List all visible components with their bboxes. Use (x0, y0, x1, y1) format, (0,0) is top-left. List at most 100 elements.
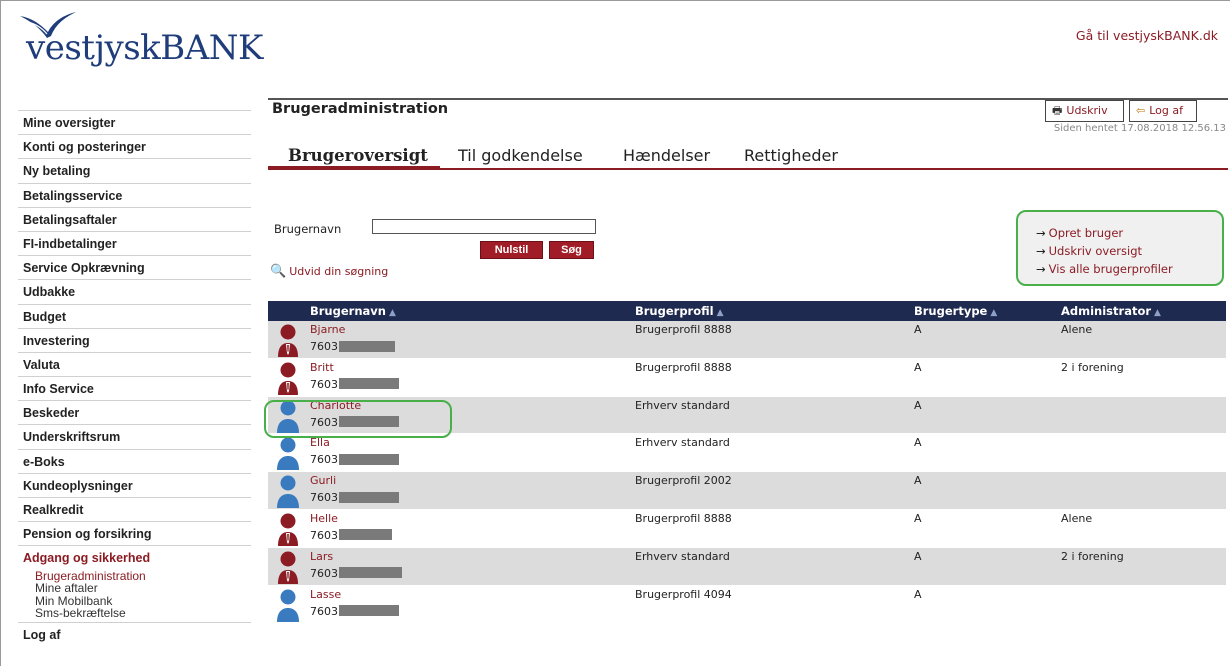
administrator-role: 2 i forening (1061, 549, 1124, 563)
users-table: Brugernavn ▲ Brugerprofil ▲ Brugertype ▲ Ad… (268, 301, 1226, 624)
table-row[interactable]: Lars 7603 Erhverv standard A 2 i forening (268, 547, 1226, 586)
sidebar-item[interactable]: Ny betaling (18, 158, 251, 182)
sidebar-item[interactable]: Investering (18, 327, 251, 352)
sidebar-item[interactable]: Realkredit (18, 497, 251, 521)
redacted-id (339, 605, 399, 617)
table-row[interactable]: Ella 7603 Erhverv standard A (268, 434, 1226, 473)
user-profile: Brugerprofil 4094 (635, 587, 732, 601)
table-body: Bjarne 7603 Brugerprofil 8888 A Alene Britt 76… (268, 321, 1226, 624)
sidebar-item[interactable]: Udbakke (18, 279, 251, 303)
sidebar-item[interactable]: Betalingsservice (18, 182, 251, 207)
sidebar-subitem[interactable]: Sms-bekræftelse (35, 607, 251, 620)
user-id: 7603 (310, 453, 399, 466)
show-all-profiles-link[interactable]: → Vis alle brugerprofiler (1036, 260, 1222, 278)
user-id-prefix: 7603 (310, 566, 338, 580)
active-tab-indicator (268, 166, 440, 169)
sidebar-item[interactable]: Beskeder (18, 400, 251, 424)
table-header: Brugernavn ▲ Brugerprofil ▲ Brugertype ▲ Ad… (268, 301, 1226, 321)
tab-haendelser[interactable]: Hændelser (623, 146, 710, 165)
username-link[interactable]: Lasse (310, 588, 341, 601)
table-row[interactable]: Gurli 7603 Brugerprofil 2002 A (268, 472, 1226, 510)
sidebar-item[interactable]: Pension og forsikring (18, 521, 251, 545)
user-id: 7603 (310, 567, 402, 580)
sidebar-item[interactable]: Konti og posteringer (18, 134, 251, 158)
user-profile: Brugerprofil 2002 (635, 474, 732, 488)
username-link[interactable]: Gurli (310, 474, 336, 487)
table-row[interactable]: Bjarne 7603 Brugerprofil 8888 A Alene (268, 321, 1226, 359)
user-type: A (914, 436, 922, 450)
bank-logo[interactable]: vestjyskBANK (18, 10, 278, 70)
show-all-profiles-label: Vis alle brugerprofiler (1048, 262, 1173, 276)
expand-search-label: Udvid din søgning (289, 265, 389, 278)
username-search-input[interactable] (372, 219, 596, 234)
username-link[interactable]: Lars (310, 550, 333, 563)
print-overview-label: Udskriv oversigt (1048, 244, 1143, 258)
sidebar-item[interactable]: Mine oversigter (18, 110, 251, 134)
sidebar-item[interactable]: Valuta (18, 351, 251, 376)
administrator-role: Alene (1061, 511, 1093, 525)
redacted-id (339, 491, 399, 503)
user-avatar-icon (277, 589, 299, 622)
redacted-id (339, 567, 402, 579)
header-brugernavn[interactable]: Brugernavn ▲ (310, 304, 396, 318)
reset-button[interactable]: Nulstil (480, 241, 543, 259)
printer-icon: 🖶 (1052, 104, 1063, 117)
sort-up-icon: ▲ (388, 308, 396, 318)
search-button[interactable]: Søg (549, 241, 594, 259)
username-link[interactable]: Britt (310, 361, 334, 374)
user-id: 7603 (310, 605, 399, 618)
user-id: 7603 (310, 378, 399, 391)
sidebar-item[interactable]: FI-indbetalinger (18, 230, 251, 255)
user-avatar-icon (277, 475, 299, 509)
sidebar-item[interactable]: Info Service (18, 376, 251, 400)
sidebar-item[interactable]: Underskriftsrum (18, 424, 251, 448)
tab-rettigheder[interactable]: Rettigheder (744, 146, 838, 165)
user-avatar-icon (278, 551, 298, 584)
actions-box: → Opret bruger → Udskriv oversigt → Vis all… (1016, 210, 1224, 286)
expand-search-link[interactable]: 🔍 Udvid din søgning (270, 264, 388, 279)
sidebar-item[interactable]: Service Opkrævning (18, 255, 251, 279)
main-content: Brugeradministration 🖶 Udskriv ⇦ Log af Si… (268, 98, 1228, 624)
username-link[interactable]: Bjarne (310, 323, 345, 336)
header-administrator[interactable]: Administrator ▲ (1061, 304, 1161, 318)
user-type: A (914, 398, 922, 412)
user-profile: Erhverv standard (635, 549, 730, 563)
sort-up-icon: ▲ (1154, 308, 1161, 318)
sidebar-logout[interactable]: Log af (18, 621, 251, 646)
username-link[interactable]: Ella (310, 436, 330, 449)
sidebar-subitem[interactable]: Mine aftaler (35, 582, 251, 595)
header-label: Brugerprofil (635, 304, 714, 318)
arrow-right-icon: → (1036, 262, 1046, 276)
table-row[interactable]: Helle 7603 Brugerprofil 8888 A Alene (268, 510, 1226, 548)
user-type: A (914, 549, 922, 563)
table-row[interactable]: Britt 7603 Brugerprofil 8888 A 2 i forening (268, 359, 1226, 397)
sidebar-item[interactable]: Adgang og sikkerhed (18, 545, 251, 569)
sidebar-nav: Mine oversigter Konti og posteringer Ny be… (18, 110, 251, 646)
user-type: A (914, 323, 922, 336)
create-user-link[interactable]: → Opret bruger (1036, 224, 1222, 242)
sidebar-item[interactable]: Budget (18, 303, 251, 328)
table-row[interactable]: Lasse 7603 Brugerprofil 4094 A (268, 586, 1226, 624)
user-id: 7603 (310, 529, 392, 542)
tab-brugeroversigt[interactable]: Brugeroversigt (288, 146, 428, 165)
header-label: Administrator (1061, 304, 1152, 318)
header-label: Brugernavn (310, 304, 386, 318)
user-avatar-icon (278, 324, 298, 357)
user-id-prefix: 7603 (310, 340, 338, 353)
tab-til-godkendelse[interactable]: Til godkendelse (458, 146, 583, 165)
sidebar-item[interactable]: Kundeoplysninger (18, 472, 251, 497)
header-brugerprofil[interactable]: Brugerprofil ▲ (635, 304, 724, 318)
administrator-role: 2 i forening (1061, 360, 1124, 374)
logout-button[interactable]: ⇦ Log af (1129, 100, 1197, 122)
redacted-id (339, 340, 395, 352)
print-overview-link[interactable]: → Udskriv oversigt (1036, 242, 1222, 260)
user-id-prefix: 7603 (310, 528, 338, 542)
user-id: 7603 (310, 340, 395, 353)
sidebar-item[interactable]: Betalingsaftaler (18, 206, 251, 231)
header-brugertype[interactable]: Brugertype ▲ (914, 304, 997, 318)
sidebar-item[interactable]: e-Boks (18, 448, 251, 473)
username-link[interactable]: Helle (310, 512, 338, 525)
fetched-timestamp: Siden hentet 17.08.2018 12.56.13 (1053, 123, 1226, 134)
print-button[interactable]: 🖶 Udskriv (1045, 100, 1124, 122)
goto-website-link[interactable]: Gå til vestjyskBANK.dk (1076, 28, 1218, 43)
